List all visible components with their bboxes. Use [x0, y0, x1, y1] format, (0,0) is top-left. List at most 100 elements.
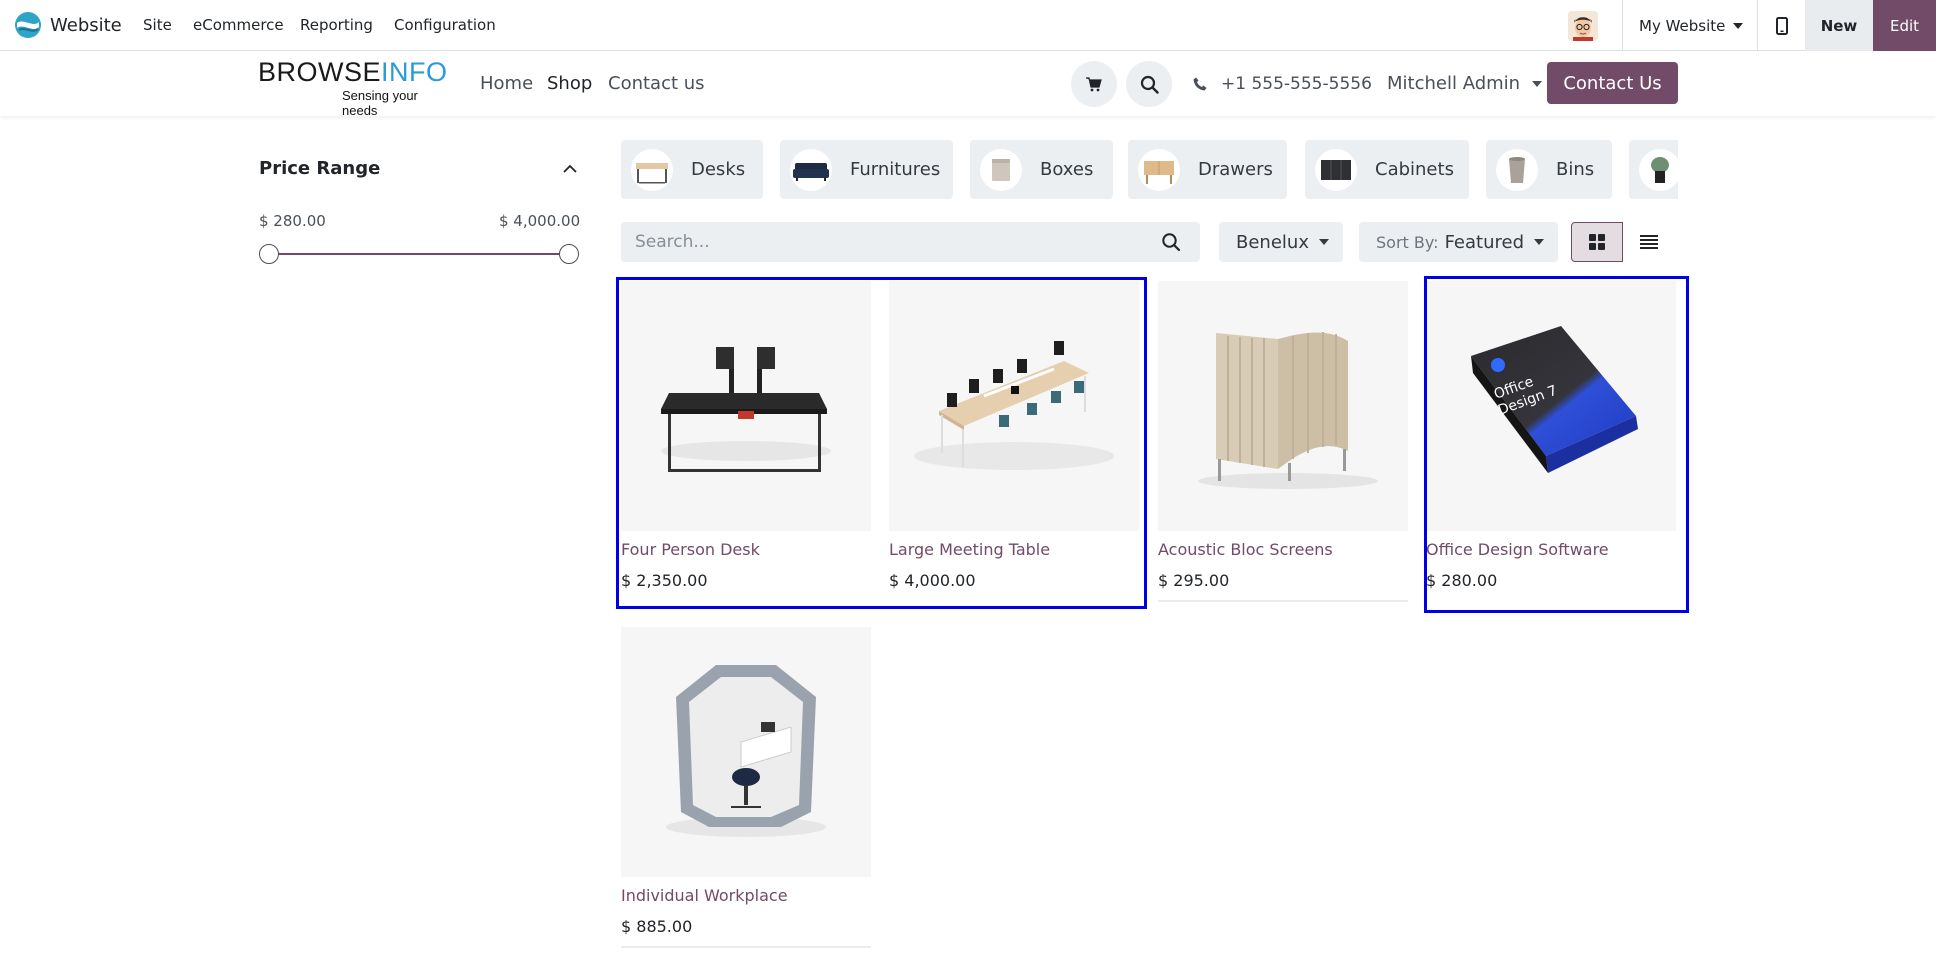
sofa-thumbnail-icon: [790, 148, 832, 191]
category-drawers[interactable]: Drawers: [1128, 140, 1287, 199]
phone-contact[interactable]: +1 555-555-5556: [1193, 74, 1372, 94]
grid-view-icon: [1589, 234, 1605, 250]
cart-button[interactable]: [1071, 61, 1117, 107]
price-slider-track[interactable]: [269, 253, 569, 255]
category-carousel: Desks Furnitures Boxes Drawers Cabinets …: [621, 140, 1678, 200]
lamp-thumbnail-icon: [1639, 148, 1678, 191]
category-bins[interactable]: Bins: [1486, 140, 1612, 199]
product-name[interactable]: Large Meeting Table: [889, 540, 1139, 559]
product-price: $ 280.00: [1426, 571, 1498, 590]
pricelist-value: Benelux: [1236, 231, 1309, 253]
four-person-desk-image: [661, 347, 831, 472]
product-price: $ 4,000.00: [889, 571, 976, 590]
nav-contact-us[interactable]: Contact us: [608, 73, 705, 94]
logo-tagline: Sensing your needs: [342, 88, 418, 118]
user-avatar[interactable]: [1568, 11, 1598, 41]
bin-thumbnail-icon: [1496, 148, 1538, 191]
product-image[interactable]: [1158, 281, 1408, 531]
category-label: Bins: [1556, 159, 1595, 180]
category-label: Drawers: [1198, 159, 1273, 180]
browseinfo-logo[interactable]: BROWSEINFO Sensing your needs: [258, 57, 448, 118]
product-search-box: [621, 222, 1200, 262]
website-header: BROWSEINFO Sensing your needs Home Shop …: [0, 51, 1936, 118]
product-image[interactable]: [621, 627, 871, 877]
sort-dropdown[interactable]: Sort By: Featured: [1359, 222, 1559, 262]
grid-view-button[interactable]: [1571, 222, 1623, 262]
price-slider-min-handle[interactable]: [259, 244, 279, 264]
product-card[interactable]: Office Design 7 Office Design Software $…: [1426, 281, 1676, 590]
cabinet-thumbnail-icon: [1315, 148, 1357, 191]
list-view-icon: [1640, 235, 1658, 249]
price-min-label: $ 280.00: [259, 212, 326, 230]
category-label: Boxes: [1040, 159, 1094, 180]
avatar-face-icon: [1568, 11, 1598, 41]
product-name[interactable]: Acoustic Bloc Screens: [1158, 540, 1408, 559]
caret-down-icon: [1318, 239, 1329, 245]
odoo-website-logo-icon: [15, 12, 41, 38]
product-name[interactable]: Four Person Desk: [621, 540, 871, 559]
product-name[interactable]: Individual Workplace: [621, 886, 871, 905]
admin-bar: Website Site eCommerce Reporting Configu…: [0, 0, 1936, 51]
phone-number: +1 555-555-5556: [1221, 74, 1372, 94]
category-cabinets[interactable]: Cabinets: [1305, 140, 1469, 199]
menu-reporting[interactable]: Reporting: [300, 16, 373, 34]
product-card[interactable]: Acoustic Bloc Screens $ 295.00: [1158, 281, 1408, 602]
product-divider: [1158, 600, 1408, 602]
product-image[interactable]: [889, 281, 1139, 531]
menu-ecommerce[interactable]: eCommerce: [193, 16, 284, 34]
price-slider-max-handle[interactable]: [559, 244, 579, 264]
product-card[interactable]: Individual Workplace $ 885.00: [621, 627, 871, 948]
office-software-box-image: Office Design 7: [1471, 326, 1638, 473]
app-name: Website: [50, 14, 122, 36]
chevron-up-icon[interactable]: [561, 160, 579, 178]
product-image[interactable]: [621, 281, 871, 531]
product-image[interactable]: Office Design 7: [1426, 281, 1676, 531]
acoustic-screens-image: [1198, 332, 1378, 489]
drawer-thumbnail-icon: [1138, 148, 1180, 191]
product-card[interactable]: Four Person Desk $ 2,350.00: [621, 281, 871, 590]
meeting-table-image: [914, 341, 1114, 470]
caret-down-icon: [1534, 239, 1545, 245]
caret-down-icon: [1733, 22, 1744, 29]
mobile-preview-button[interactable]: [1760, 0, 1804, 51]
category-furnitures[interactable]: Furnitures: [780, 140, 953, 199]
price-range-title: Price Range: [259, 158, 381, 179]
category-label: Cabinets: [1375, 159, 1454, 180]
user-name: Mitchell Admin: [1387, 73, 1521, 94]
list-view-button[interactable]: [1623, 222, 1675, 262]
caret-down-icon: [1532, 80, 1543, 87]
category-label: Furnitures: [850, 159, 941, 180]
product-card[interactable]: Large Meeting Table $ 4,000.00: [889, 281, 1139, 590]
category-boxes[interactable]: Boxes: [970, 140, 1113, 199]
pricelist-dropdown[interactable]: Benelux: [1219, 222, 1343, 262]
box-thumbnail-icon: [980, 148, 1022, 191]
phone-icon: [1193, 77, 1207, 91]
search-icon: [1140, 75, 1159, 94]
menu-site[interactable]: Site: [143, 16, 172, 34]
price-max-label: $ 4,000.00: [499, 212, 581, 230]
product-name[interactable]: Office Design Software: [1426, 540, 1676, 559]
category-lamps[interactable]: [1629, 140, 1678, 199]
product-search-input[interactable]: [635, 222, 1135, 262]
product-price: $ 885.00: [621, 917, 693, 936]
edit-button[interactable]: Edit: [1873, 0, 1936, 51]
category-label: Desks: [691, 159, 746, 180]
contact-us-button[interactable]: Contact Us: [1547, 62, 1678, 104]
header-search-button[interactable]: [1126, 61, 1172, 107]
website-switcher-label: My Website: [1639, 16, 1726, 35]
product-price: $ 2,350.00: [621, 571, 708, 590]
cart-icon: [1086, 76, 1102, 91]
website-app-brand[interactable]: Website: [14, 11, 122, 39]
mobile-phone-icon: [1776, 16, 1788, 35]
nav-home[interactable]: Home: [480, 73, 533, 94]
new-button[interactable]: New: [1805, 0, 1873, 51]
menu-configuration[interactable]: Configuration: [394, 16, 496, 34]
logo-word-browse: BROWSE: [258, 57, 382, 87]
website-switcher[interactable]: My Website: [1622, 0, 1759, 51]
user-menu[interactable]: Mitchell Admin: [1387, 73, 1543, 94]
nav-shop[interactable]: Shop: [547, 73, 592, 94]
product-price: $ 295.00: [1158, 571, 1230, 590]
search-icon[interactable]: [1161, 232, 1181, 252]
product-divider: [621, 946, 871, 948]
category-desks[interactable]: Desks: [621, 140, 763, 199]
